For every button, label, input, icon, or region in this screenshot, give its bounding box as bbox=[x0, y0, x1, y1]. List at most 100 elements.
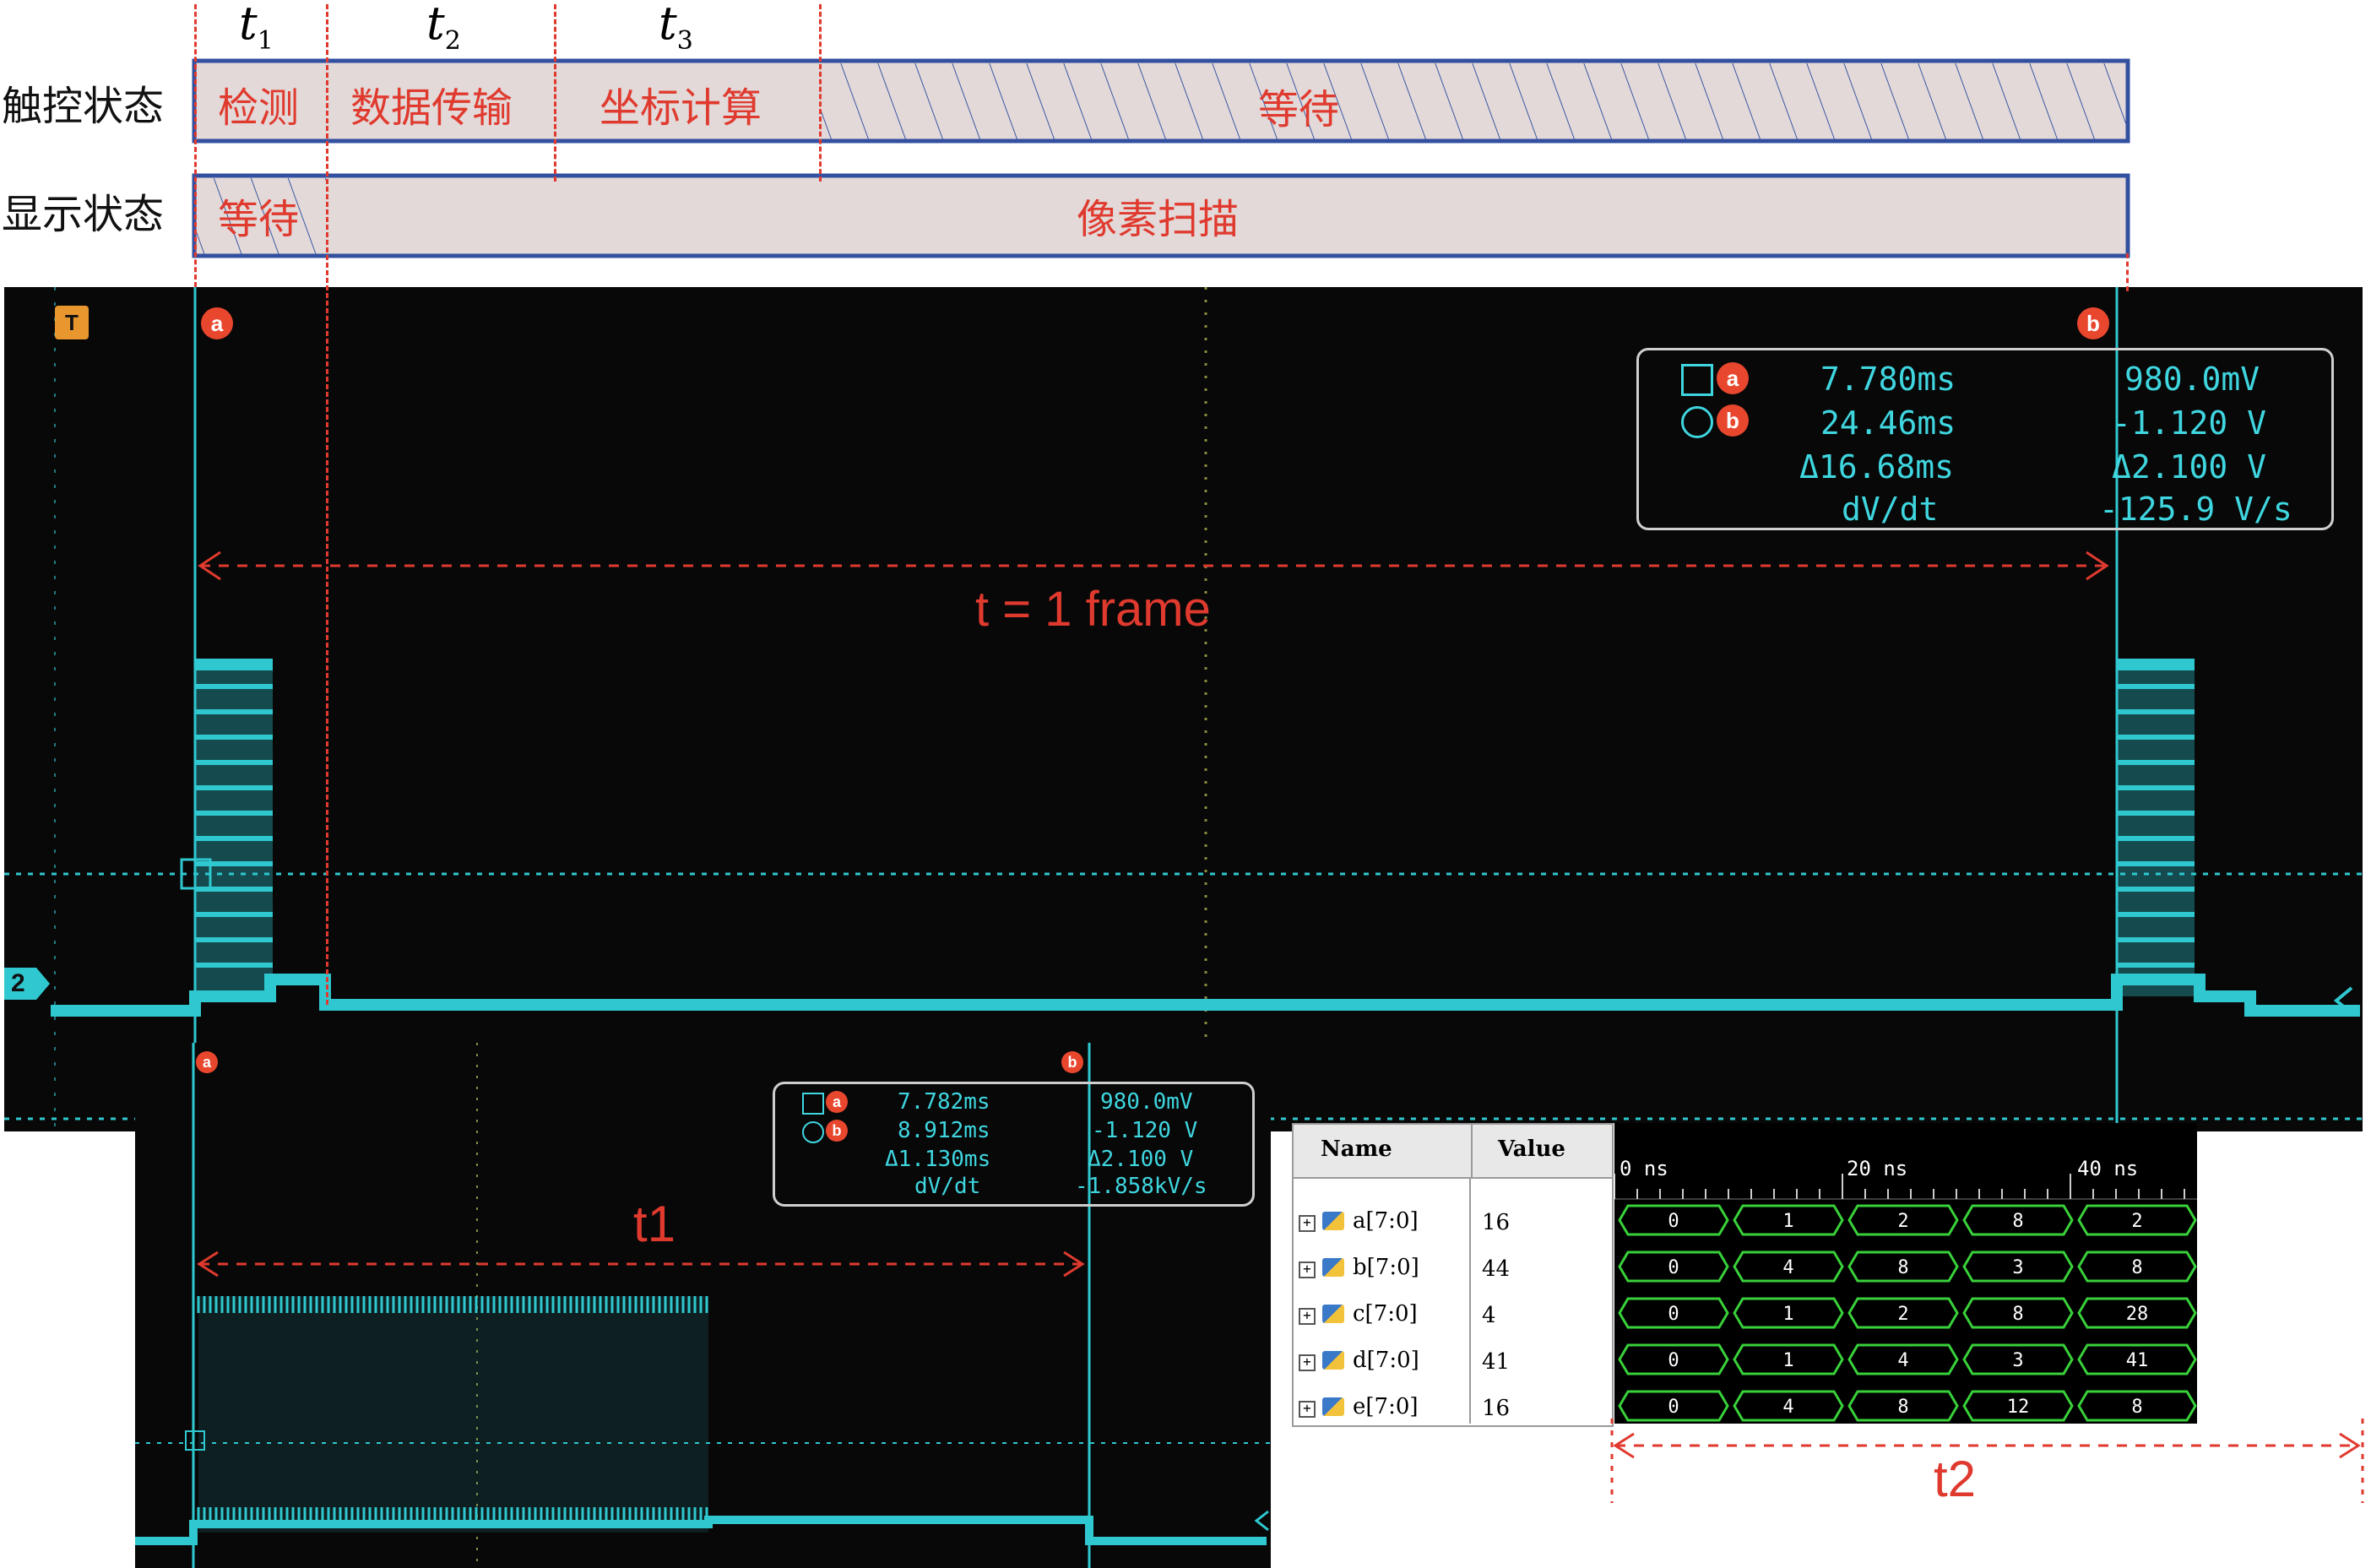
bus-segment-value: 8 bbox=[2012, 1304, 2023, 1325]
t2-arrow bbox=[1610, 1419, 2364, 1503]
zoom-meas-b-time: 8.912ms bbox=[898, 1118, 990, 1143]
meas-b-volt: -1.120 V bbox=[2112, 404, 2267, 442]
divider-start bbox=[194, 4, 197, 287]
signal-name: e[7:0] bbox=[1353, 1394, 1419, 1419]
phase-touch-wait: 等待 bbox=[1258, 86, 1340, 133]
bus-segment-value: 4 bbox=[1782, 1397, 1793, 1418]
zoom-measurement-panel: a 7.782ms 980.0mV b 8.912ms -1.120 V Δ1.… bbox=[773, 1082, 1255, 1207]
main-measurement-panel: a 7.780ms 980.0mV b 24.46ms -1.120 V Δ16… bbox=[1636, 348, 2334, 530]
burst-left bbox=[195, 659, 273, 996]
meas-dvdt-label: dV/dt bbox=[1842, 491, 1939, 528]
logic-wave-panel: 0 1 2 8 2 0 4 8 3 8 0 1 2 8 28 0 1 4 3 41 0 4 8 12 8 0 ns 20 ns … bbox=[1614, 1123, 2197, 1424]
expand-icon[interactable]: + bbox=[1299, 1308, 1316, 1325]
phase-detect: 检测 bbox=[218, 84, 300, 132]
bus-segment-value: 8 bbox=[2131, 1397, 2142, 1418]
zoom-meas-dvdt-value: -1.858kV/s bbox=[1075, 1174, 1207, 1199]
bus-icon bbox=[1322, 1212, 1344, 1230]
cursor-a-marker[interactable]: a bbox=[201, 307, 233, 339]
signal-name: a[7:0] bbox=[1353, 1208, 1419, 1234]
bus-segment-value: 2 bbox=[2131, 1211, 2142, 1232]
bus-icon bbox=[1322, 1258, 1344, 1277]
phase-data-transfer: 数据传输 bbox=[350, 84, 513, 132]
bus-segment-value: 0 bbox=[1668, 1397, 1679, 1418]
bus-segment-value: 8 bbox=[1897, 1257, 1908, 1278]
meas-cursor-a-icon: a bbox=[1717, 362, 1749, 394]
signal-name: d[7:0] bbox=[1353, 1348, 1419, 1373]
burst-right bbox=[2117, 659, 2195, 996]
logic-col-value: Value bbox=[1498, 1137, 1565, 1162]
signal-value: 41 bbox=[1482, 1349, 1511, 1375]
t2-annotation: t2 bbox=[1934, 1451, 1977, 1507]
meas-delta-time: Δ16.68ms bbox=[1799, 448, 1955, 486]
t1-annotation: t1 bbox=[633, 1196, 676, 1252]
signal-name: b[7:0] bbox=[1353, 1255, 1419, 1280]
zoom-meas-b-volt: -1.120 V bbox=[1092, 1118, 1198, 1143]
divider-t1-end bbox=[326, 4, 328, 1005]
tick-20ns: 20 ns bbox=[1847, 1157, 1908, 1180]
bus-icon bbox=[1322, 1351, 1344, 1370]
bus-segment-value: 4 bbox=[1782, 1257, 1793, 1278]
meas-a-volt: 980.0mV bbox=[2124, 361, 2260, 398]
divider-t3-end bbox=[819, 4, 822, 182]
meas-dvdt-value: -125.9 V/s bbox=[2099, 491, 2292, 528]
phase-coord-calc: 坐标计算 bbox=[600, 84, 762, 132]
zoom-meas-cursor-b-icon: b bbox=[826, 1120, 848, 1142]
meas-delta-volt: Δ2.100 V bbox=[2112, 448, 2267, 486]
t1-arrow bbox=[197, 1251, 1085, 1278]
zoom-meas-a-time: 7.782ms bbox=[898, 1089, 990, 1115]
bus-segment-value: 0 bbox=[1668, 1257, 1679, 1278]
meas-b-time: 24.46ms bbox=[1820, 404, 1956, 442]
expand-icon[interactable]: + bbox=[1299, 1401, 1316, 1418]
zoom-cursor-b-circle-icon bbox=[802, 1121, 824, 1143]
zoom-meas-delta-time: Δ1.130ms bbox=[885, 1147, 991, 1172]
bus-segment-value: 0 bbox=[1668, 1211, 1679, 1232]
zoom-meas-dvdt-label: dV/dt bbox=[914, 1174, 981, 1199]
meas-a-time: 7.780ms bbox=[1820, 361, 1956, 398]
phase-display-wait: 等待 bbox=[218, 196, 300, 243]
zoom-scope-screen: a b a 7.782ms 980.0mV b 8.912ms -1.120 V… bbox=[135, 1043, 1271, 1568]
bus-segment-value: 2 bbox=[1897, 1304, 1908, 1325]
zoom-cursor-b-marker[interactable]: b bbox=[1061, 1051, 1083, 1073]
meas-cursor-b-icon: b bbox=[1717, 404, 1749, 437]
zoom-cursor-a-marker[interactable]: a bbox=[196, 1051, 218, 1073]
logic-analyzer: Name Value + a[7:0] 16 + b[7:0] 44 + c[7:0] 4 + d[… bbox=[1292, 1123, 2197, 1427]
expand-icon[interactable]: + bbox=[1299, 1261, 1316, 1278]
expand-icon[interactable]: + bbox=[1299, 1354, 1316, 1371]
bus-segment-value: 8 bbox=[2131, 1257, 2142, 1278]
bus-segment-value: 12 bbox=[2007, 1397, 2030, 1418]
expand-icon[interactable]: + bbox=[1299, 1215, 1316, 1232]
bus-segment-value: 1 bbox=[1782, 1304, 1793, 1325]
logic-header-value-cell: Value bbox=[1471, 1123, 1614, 1179]
frame-arrow bbox=[198, 551, 2109, 581]
bus-segment-value: 0 bbox=[1668, 1350, 1679, 1371]
zoom-meas-cursor-a-icon: a bbox=[826, 1091, 848, 1113]
signal-value: 16 bbox=[1482, 1396, 1511, 1421]
tick-0ns: 0 ns bbox=[1620, 1157, 1668, 1180]
bus-segment-value: 28 bbox=[2126, 1304, 2149, 1325]
divider-t2-end bbox=[554, 4, 556, 182]
trigger-icon: T bbox=[55, 306, 89, 339]
bus-segment-value: 4 bbox=[1897, 1350, 1908, 1371]
signal-name: c[7:0] bbox=[1353, 1301, 1418, 1327]
cursor-a-square-icon bbox=[1681, 364, 1713, 396]
main-scope-screen: T 2 a b a 7.780ms 980.0mV b 24.46ms -1.1… bbox=[4, 287, 2363, 1131]
divider-end bbox=[2126, 253, 2129, 291]
zoom-meas-delta-volt: Δ2.100 V bbox=[1088, 1147, 1194, 1172]
bus-segment-value: 0 bbox=[1668, 1304, 1679, 1325]
logic-column-divider bbox=[1469, 1177, 1471, 1424]
logic-header-name-cell: Name bbox=[1292, 1123, 1473, 1179]
tick-40ns: 40 ns bbox=[2077, 1157, 2139, 1180]
signal-value: 16 bbox=[1482, 1210, 1511, 1235]
logic-col-name: Name bbox=[1321, 1137, 1392, 1162]
bus-segment-value: 1 bbox=[1782, 1350, 1793, 1371]
bus-segment-value: 2 bbox=[1897, 1211, 1908, 1232]
zoom-cursor-a-square-icon bbox=[802, 1093, 824, 1115]
bus-icon bbox=[1322, 1397, 1344, 1416]
signal-value: 44 bbox=[1482, 1256, 1511, 1282]
channel-2-label: 2 bbox=[11, 969, 25, 997]
bus-segment-value: 41 bbox=[2126, 1350, 2149, 1371]
cursor-b-circle-icon bbox=[1681, 406, 1713, 438]
bus-segment-value: 8 bbox=[2012, 1211, 2023, 1232]
cursor-b-marker[interactable]: b bbox=[2077, 307, 2109, 339]
bus-segment-value: 3 bbox=[2012, 1350, 2023, 1371]
